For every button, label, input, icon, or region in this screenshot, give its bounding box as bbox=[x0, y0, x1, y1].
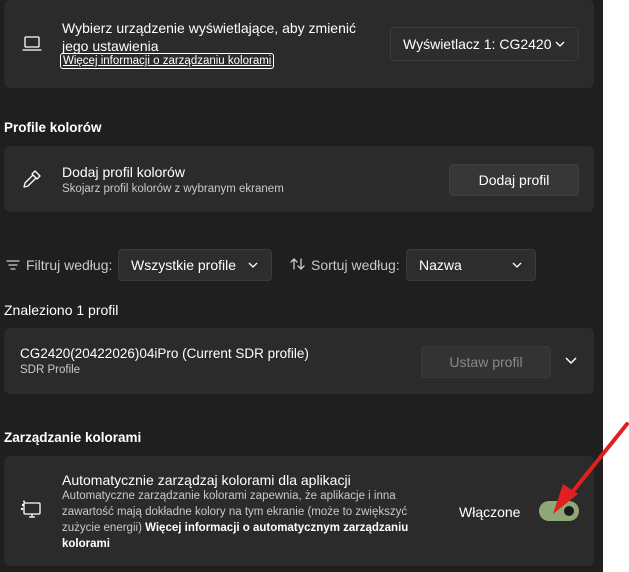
laptop-icon bbox=[22, 36, 42, 51]
display-dropdown-value: Wyświetlacz 1: CG2420 bbox=[403, 36, 552, 52]
display-select-card: Wybierz urządzenie wyświetlające, aby zm… bbox=[4, 0, 594, 88]
auto-color-title: Automatycznie zarządzaj kolorami dla apl… bbox=[62, 472, 351, 488]
set-profile-button[interactable]: Ustaw profil bbox=[421, 346, 551, 378]
filter-dropdown-value: Wszystkie profile bbox=[131, 257, 237, 273]
profile-row[interactable]: CG2420(20422026)04iPro (Current SDR prof… bbox=[4, 328, 594, 394]
chevron-down-icon bbox=[555, 41, 565, 47]
color-profiles-heading: Profile kolorów bbox=[4, 120, 102, 135]
eyedropper-icon bbox=[23, 170, 41, 188]
chevron-down-icon bbox=[248, 262, 258, 268]
auto-color-info-link-cont[interactable]: kolorami bbox=[62, 538, 110, 550]
display-select-title-line2: jego ustawienia bbox=[62, 38, 159, 54]
add-profile-card: Dodaj profil kolorów Skojarz profil kolo… bbox=[4, 146, 594, 212]
profiles-found-count: Znaleziono 1 profil bbox=[4, 302, 119, 318]
display-select-title-line1: Wybierz urządzenie wyświetlające, aby zm… bbox=[62, 20, 356, 36]
color-management-info-link[interactable]: Więcej informacji o zarządzaniu kolorami bbox=[60, 53, 275, 69]
sort-icon bbox=[290, 258, 305, 270]
auto-color-desc-line2: zawartość mają dokładne kolory na tym ek… bbox=[62, 506, 408, 518]
toggle-label: Włączone bbox=[459, 504, 521, 520]
display-color-icon bbox=[20, 500, 41, 518]
sort-dropdown[interactable]: Nazwa bbox=[406, 249, 536, 281]
sort-label: Sortuj według: bbox=[311, 257, 400, 273]
toggle-knob bbox=[564, 506, 574, 516]
add-profile-title: Dodaj profil kolorów bbox=[62, 164, 185, 180]
auto-color-desc-plain: zużycie energii) bbox=[62, 522, 142, 534]
add-profile-subtitle: Skojarz profil kolorów z wybranym ekrane… bbox=[62, 183, 284, 195]
profile-name: CG2420(20422026)04iPro (Current SDR prof… bbox=[20, 346, 309, 361]
filter-dropdown[interactable]: Wszystkie profile bbox=[118, 249, 272, 281]
auto-color-info-link[interactable]: Więcej informacji o automatycznym zarząd… bbox=[145, 522, 408, 534]
add-profile-button[interactable]: Dodaj profil bbox=[449, 164, 579, 196]
settings-page: Wybierz urządzenie wyświetlające, aby zm… bbox=[0, 0, 603, 572]
auto-color-desc-line3: zużycie energii) Więcej informacji o aut… bbox=[62, 522, 408, 534]
filter-label: Filtruj według: bbox=[26, 257, 113, 273]
auto-color-toggle[interactable] bbox=[539, 501, 579, 521]
auto-color-management-card: Automatycznie zarządzaj kolorami dla apl… bbox=[4, 456, 594, 566]
sort-dropdown-value: Nazwa bbox=[419, 257, 462, 273]
display-dropdown[interactable]: Wyświetlacz 1: CG2420 bbox=[390, 27, 579, 61]
color-management-heading: Zarządzanie kolorami bbox=[4, 430, 142, 445]
auto-color-desc-line1: Automatyczne zarządzanie kolorami zapewn… bbox=[62, 490, 396, 502]
filter-icon bbox=[6, 260, 20, 270]
chevron-down-icon[interactable] bbox=[564, 355, 578, 367]
profile-type: SDR Profile bbox=[20, 364, 81, 376]
chevron-down-icon bbox=[512, 262, 522, 268]
